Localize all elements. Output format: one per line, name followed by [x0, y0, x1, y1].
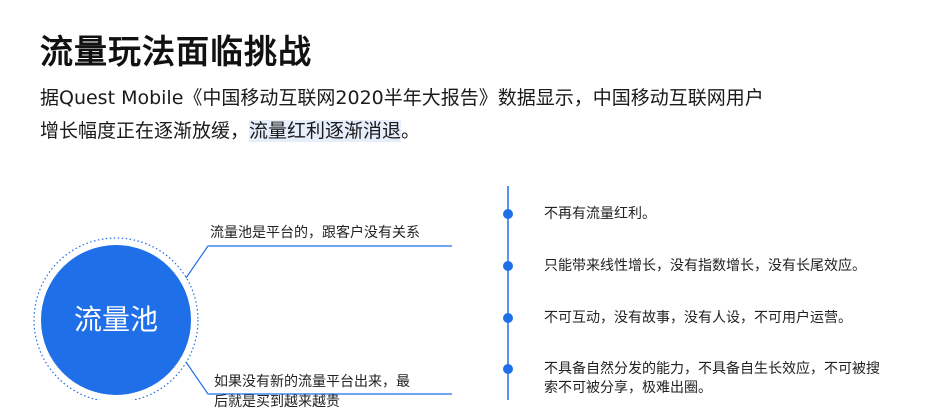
- timeline-item: 不可互动，没有故事，没有人设，不可用户运营。: [544, 310, 852, 326]
- timeline-item: 只能带来线性增长，没有指数增长，没有长尾效应。: [544, 258, 866, 274]
- timeline-dot: [503, 209, 513, 219]
- circle-label: 流量池: [73, 303, 158, 336]
- timeline-dot: [503, 313, 513, 323]
- timeline-dot: [503, 364, 513, 374]
- timeline-dot: [503, 261, 513, 271]
- branch-line-top: [185, 245, 452, 279]
- branch-label-bottom-partial: 后就是买到越来越贵: [214, 394, 340, 410]
- timeline-item: 不再有流量红利。: [544, 206, 656, 222]
- timeline-item: 索不可被分享，极难出圈。: [544, 380, 712, 396]
- branch-label-bottom: 如果没有新的流量平台出来，最: [214, 374, 410, 390]
- timeline-item: 不具备自然分发的能力，不具备自生长效应，不可被搜: [544, 361, 880, 377]
- branch-label-top: 流量池是平台的，跟客户没有关系: [210, 225, 420, 241]
